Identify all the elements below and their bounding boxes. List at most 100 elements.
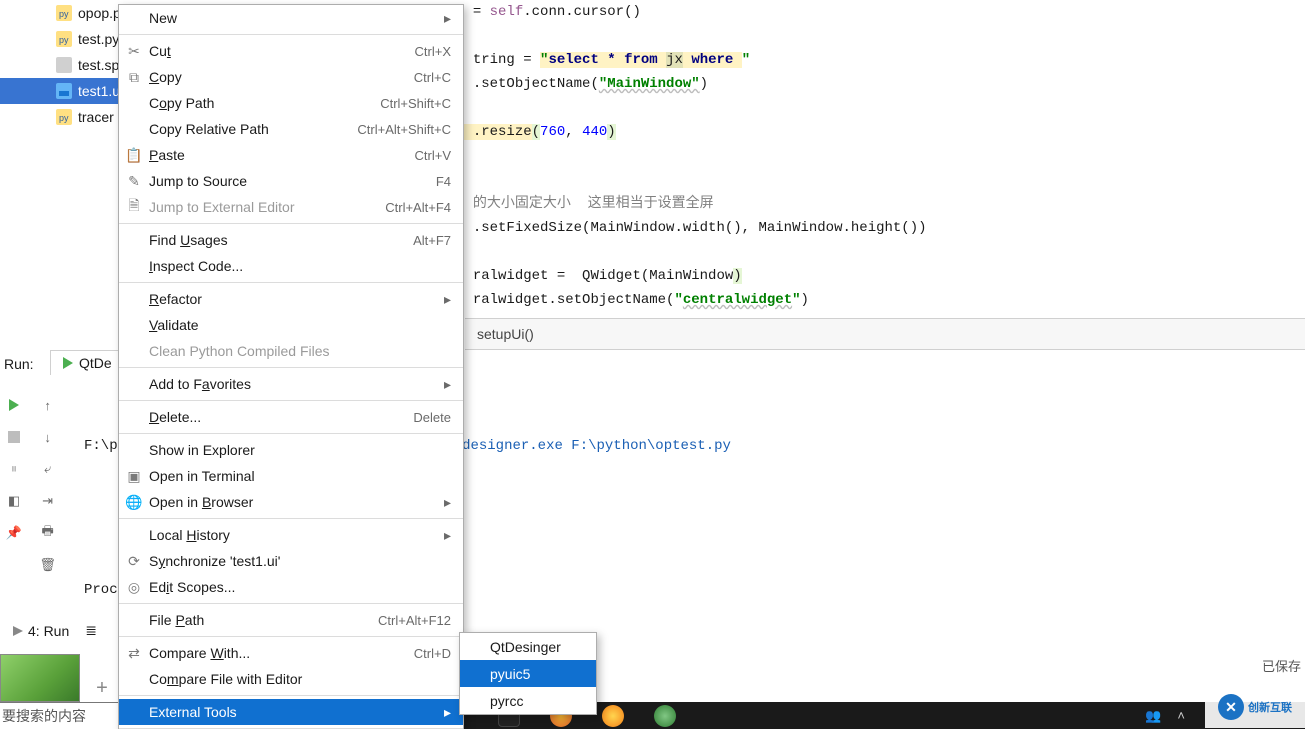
watermark-text: 创新互联 [1248, 699, 1292, 715]
menu-jump-to-source[interactable]: ✎ Jump to Source F4 [119, 168, 463, 194]
menu-label: New [149, 10, 177, 26]
menu-show-in-explorer[interactable]: Show in Explorer [119, 437, 463, 463]
tray-people-icon[interactable]: 👥 [1145, 708, 1161, 724]
menu-label: Paste [149, 147, 185, 163]
menu-edit-scopes[interactable]: ◎ Edit Scopes... [119, 574, 463, 600]
bottom-tab-label-rest: : Run [36, 623, 69, 639]
menu-shortcut: F4 [436, 174, 451, 189]
menu-label: Show in Explorer [149, 442, 255, 458]
menu-label: Inspect Code... [149, 258, 243, 274]
bottom-tab-list-icon[interactable]: ≣ [79, 618, 103, 643]
menu-open-in-browser[interactable]: 🌐Open in Browser▸ [119, 489, 463, 515]
trash-button[interactable]: 🗑 [34, 550, 62, 580]
tree-item-label: tracer [78, 109, 114, 125]
menu-copy-path[interactable]: Copy PathCtrl+Shift+C [119, 90, 463, 116]
bottom-tab-underline: 4 [28, 623, 36, 639]
menu-label: Refactor [149, 291, 202, 307]
menu-label: Edit Scopes... [149, 579, 235, 595]
menu-shortcut: Ctrl+Alt+F4 [385, 200, 451, 215]
menu-find-usages[interactable]: Find UsagesAlt+F7 [119, 227, 463, 253]
menu-external-tools[interactable]: External Tools▸ [119, 699, 463, 725]
external-tools-submenu[interactable]: QtDesinger pyuic5 pyrcc [459, 632, 597, 715]
menu-add-to-favorites[interactable]: Add to Favorites ▸ [119, 371, 463, 397]
context-menu[interactable]: New ▸ ✂CutCtrl+X⧉CopyCtrl+CCopy PathCtrl+S… [118, 4, 464, 729]
console-line-1a: F:\p [84, 438, 118, 454]
jump-icon: ✎ [125, 173, 143, 190]
svg-text:py: py [59, 113, 69, 123]
menu-label: Add to Favorites [149, 376, 251, 392]
submenu-pyrcc[interactable]: pyrcc [460, 687, 596, 714]
scroll-button[interactable]: ⇥ [34, 486, 62, 516]
menu-shortcut: Ctrl+X [415, 44, 451, 59]
pause-button[interactable]: ⏸ [0, 454, 28, 484]
new-desktop-button[interactable]: + [90, 676, 114, 700]
play-icon [12, 625, 24, 637]
ext-icon: 🗎 [125, 195, 143, 219]
menu-shortcut: Ctrl+Alt+Shift+C [357, 122, 451, 137]
submenu-qtdesinger[interactable]: QtDesinger [460, 633, 596, 660]
taskbar-app-4[interactable] [654, 705, 676, 727]
menu-copy[interactable]: ⧉CopyCtrl+C [119, 64, 463, 90]
menu-label: Jump to Source [149, 173, 247, 189]
menu-delete[interactable]: Delete...Delete [119, 404, 463, 430]
bottom-tab-run[interactable]: 4: Run [6, 619, 75, 643]
rerun-button[interactable] [0, 390, 28, 420]
menu-compare-with[interactable]: ⇄Compare With...Ctrl+D [119, 640, 463, 666]
paste-icon: 📋 [125, 147, 143, 164]
layout-button[interactable]: ◧ [0, 486, 28, 516]
desktop-thumbnail[interactable] [0, 654, 80, 702]
menu-shortcut: Alt+F7 [413, 233, 451, 248]
menu-paste[interactable]: 📋 Paste Ctrl+V [119, 142, 463, 168]
menu-shortcut: Ctrl+C [414, 70, 451, 85]
menu-label: Local History [149, 527, 230, 543]
watermark: ✕创新互联 [1205, 686, 1305, 728]
tray-chevron-icon[interactable]: ˄ [1177, 708, 1185, 723]
menu-label: Validate [149, 317, 199, 333]
menu-label: Synchronize 'test1.ui' [149, 553, 280, 569]
run-tab[interactable]: QtDe [50, 350, 123, 375]
up-button[interactable]: ↑ [34, 390, 62, 420]
menu-local-history[interactable]: Local History ▸ [119, 522, 463, 548]
menu-open-in-terminal[interactable]: ▣Open in Terminal [119, 463, 463, 489]
chevron-right-icon: ▸ [444, 291, 451, 308]
menu-synchronize-test1-ui[interactable]: ⟳ Synchronize 'test1.ui' [119, 548, 463, 574]
submenu-label: pyuic5 [490, 666, 530, 682]
menu-compare-file-with-editor[interactable]: Compare File with Editor [119, 666, 463, 692]
menu-file-path[interactable]: File PathCtrl+Alt+F12 [119, 607, 463, 633]
menu-new[interactable]: New ▸ [119, 5, 463, 31]
menu-label: Open in Browser [149, 494, 253, 510]
menu-label: Compare With... [149, 645, 250, 661]
chevron-right-icon: ▸ [444, 10, 451, 27]
stop-button[interactable] [0, 422, 28, 452]
print-button[interactable]: 🖶 [34, 518, 62, 548]
file-icon: py [56, 109, 72, 125]
file-icon [56, 57, 72, 73]
menu-cut[interactable]: ✂CutCtrl+X [119, 38, 463, 64]
wrap-button[interactable]: ⤶ [34, 454, 62, 484]
submenu-pyuic5[interactable]: pyuic5 [460, 660, 596, 687]
menu-refactor[interactable]: Refactor ▸ [119, 286, 463, 312]
tree-item-label: test1.ui [78, 83, 123, 99]
submenu-label: QtDesinger [490, 639, 561, 655]
down-button[interactable]: ↓ [34, 422, 62, 452]
file-icon [56, 83, 72, 99]
pin-button[interactable]: 📌 [0, 518, 28, 548]
menu-copy-relative-path[interactable]: Copy Relative PathCtrl+Alt+Shift+C [119, 116, 463, 142]
menu-inspect-code[interactable]: Inspect Code... [119, 253, 463, 279]
menu-shortcut: Ctrl+V [415, 148, 451, 163]
menu-jump-to-external-editor: 🗎Jump to External EditorCtrl+Alt+F4 [119, 194, 463, 220]
svg-text:py: py [59, 35, 69, 45]
search-box[interactable]: 要搜索的内容 [0, 702, 118, 729]
code-editor: = self.conn.cursor() tring = "select * f… [330, 0, 1305, 312]
chevron-right-icon: ▸ [444, 527, 451, 544]
menu-shortcut: Ctrl+Alt+F12 [378, 613, 451, 628]
diff-icon: ⇄ [125, 645, 143, 662]
breadcrumb[interactable]: setupUi() [465, 318, 1305, 350]
chevron-right-icon: ▸ [444, 376, 451, 393]
taskbar-app-3[interactable] [602, 705, 624, 727]
sync-icon: ⟳ [125, 553, 143, 570]
menu-validate[interactable]: Validate [119, 312, 463, 338]
menu-shortcut: Delete [413, 410, 451, 425]
menu-label: Clean Python Compiled Files [149, 343, 330, 359]
scope-icon: ◎ [125, 579, 143, 596]
